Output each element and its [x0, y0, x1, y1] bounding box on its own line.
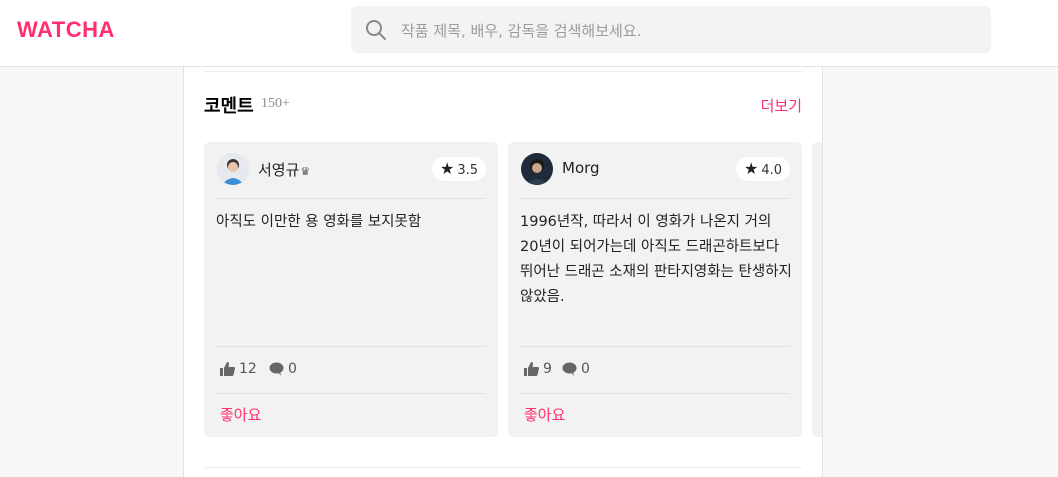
avatar[interactable] [521, 153, 553, 185]
rating-value: 3.5 [457, 163, 478, 178]
comment-header: Morg ★ 4.0 [520, 142, 790, 199]
comment-user[interactable]: Morg [562, 159, 600, 177]
rating-badge: ★ 3.5 [431, 157, 486, 181]
speech-bubble-icon [562, 362, 577, 376]
search-bar[interactable] [351, 6, 991, 55]
more-link[interactable]: 더보기 [761, 95, 802, 116]
rating-value: 4.0 [761, 163, 782, 178]
speech-bubble-icon [269, 362, 284, 376]
watcha-logo[interactable]: WATCHA [17, 17, 115, 43]
comments-panel: 코멘트 150+ 더보기 서영규♛ ★ 3.5 아직도 이만한 용 영화를 보지못… [183, 67, 823, 477]
comment-text[interactable]: 아직도 이만한 용 영화를 보지못함 [216, 210, 488, 235]
reply-count: 0 [562, 361, 590, 377]
like-count: 12 [220, 361, 257, 377]
thumbs-up-icon [220, 362, 235, 376]
rating-badge: ★ 4.0 [735, 157, 790, 181]
comment-stats: 12 0 [216, 346, 486, 394]
username: 서영규 [258, 161, 300, 179]
search-icon [366, 20, 386, 40]
comment-header: 서영규♛ ★ 3.5 [216, 142, 486, 199]
comments-count: 150+ [261, 96, 290, 111]
search-input[interactable] [399, 6, 973, 55]
star-icon: ★ [743, 159, 759, 178]
comment-card-partial[interactable] [812, 142, 822, 437]
comment-card[interactable]: 서영규♛ ★ 3.5 아직도 이만한 용 영화를 보지못함 12 0 좋아요 [204, 142, 498, 437]
reply-count: 0 [269, 361, 297, 377]
like-button[interactable]: 좋아요 [220, 404, 261, 425]
star-icon: ★ [439, 159, 455, 178]
top-header: WATCHA [0, 0, 1058, 67]
like-count: 9 [524, 361, 552, 377]
comment-user[interactable]: 서영규♛ [258, 159, 310, 180]
divider [204, 71, 802, 72]
username: Morg [562, 159, 600, 177]
thumbs-up-icon [524, 362, 539, 376]
like-button[interactable]: 좋아요 [524, 404, 565, 425]
divider [204, 467, 802, 468]
comment-text[interactable]: 1996년작, 따라서 이 영화가 나온지 거의 20년이 되어가는데 아직도 … [520, 210, 792, 310]
comment-stats: 9 0 [520, 346, 790, 394]
comment-card[interactable]: Morg ★ 4.0 1996년작, 따라서 이 영화가 나온지 거의 20년이 … [508, 142, 802, 437]
comments-title: 코멘트 [204, 96, 254, 117]
avatar[interactable] [217, 153, 249, 185]
crown-badge-icon: ♛ [300, 165, 311, 178]
